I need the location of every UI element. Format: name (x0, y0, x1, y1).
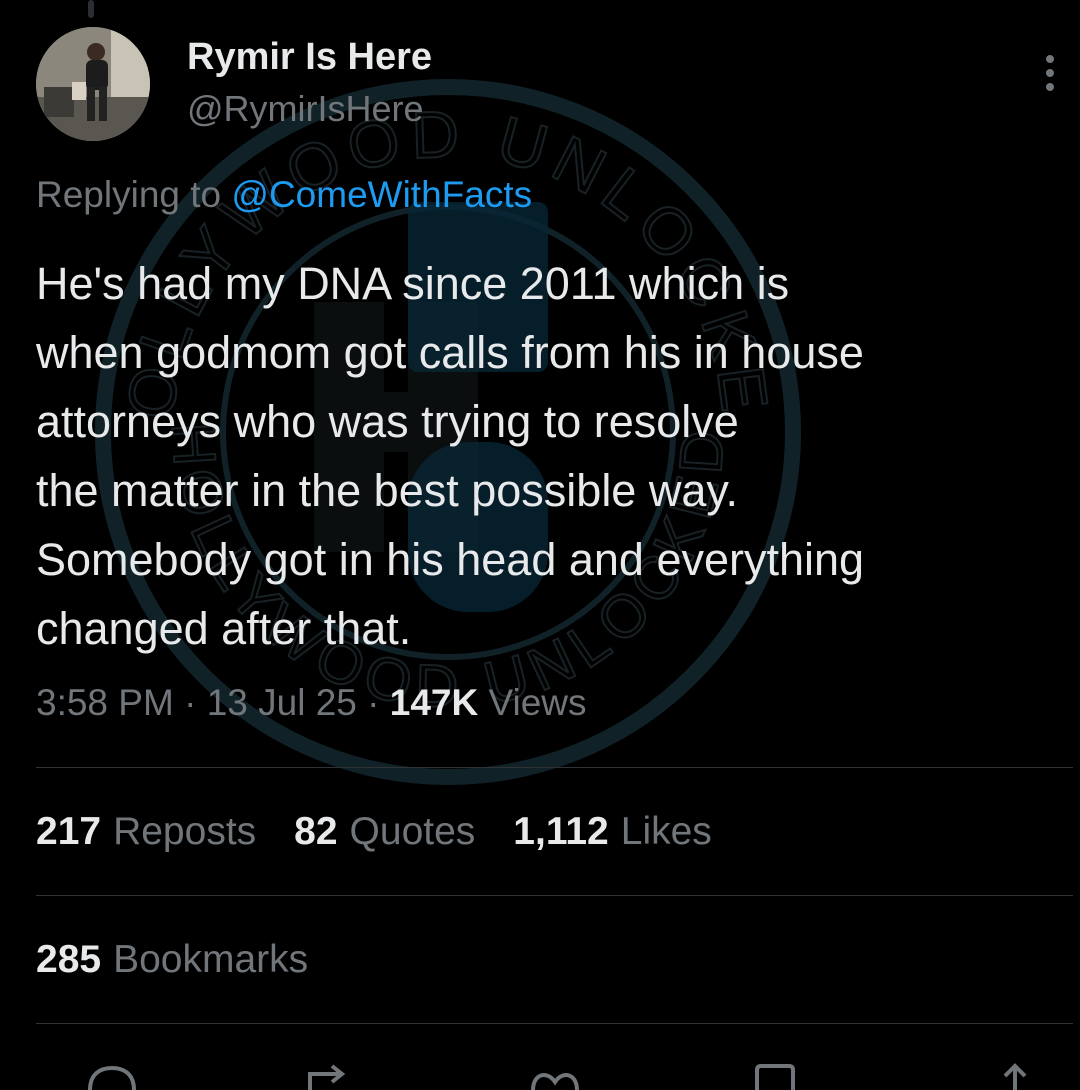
replying-mention-link[interactable]: @ComeWithFacts (231, 174, 532, 215)
bookmarks-label: Bookmarks (113, 938, 309, 981)
meta-separator: · (367, 682, 380, 723)
tweet-text-line: when godmom got calls from his in house (36, 327, 864, 378)
avatar[interactable] (36, 27, 150, 141)
share-icon[interactable] (985, 1060, 1045, 1090)
divider (36, 895, 1073, 896)
scroll-edge-marker (88, 0, 94, 18)
likes-count: 1,112 (513, 810, 609, 853)
reply-icon[interactable] (82, 1060, 142, 1090)
tweet-text-line: attorneys who was trying to resolve (36, 396, 739, 447)
engagement-stats: 217 Reposts 82 Quotes 1,112 Likes (36, 810, 712, 854)
likes-label: Likes (620, 810, 712, 853)
views-label: Views (488, 682, 587, 723)
tweet-meta: 3:58 PM · 13 Jul 25 · 147K Views (36, 682, 587, 724)
action-bar (0, 1060, 1080, 1090)
reposts-stat[interactable]: 217 Reposts (36, 810, 256, 854)
quotes-count: 82 (294, 810, 338, 853)
repost-icon[interactable] (300, 1060, 360, 1090)
reposts-count: 217 (36, 810, 102, 853)
bookmark-icon[interactable] (745, 1060, 805, 1090)
reposts-label: Reposts (113, 810, 257, 853)
meta-separator: · (184, 682, 197, 723)
heart-icon[interactable] (525, 1060, 585, 1090)
replying-to: Replying to @ComeWithFacts (36, 174, 532, 216)
more-vertical-icon[interactable] (1040, 55, 1060, 95)
avatar-photo (36, 27, 150, 141)
quotes-label: Quotes (349, 810, 476, 853)
tweet-text-line: Somebody got in his head and everything (36, 534, 865, 585)
tweet-text-line: the matter in the best possible way. (36, 465, 739, 516)
divider (36, 1023, 1073, 1024)
bookmarks-count: 285 (36, 938, 102, 981)
display-name[interactable]: Rymir Is Here (187, 36, 432, 79)
tweet-text-line: He's had my DNA since 2011 which is (36, 258, 790, 309)
tweet-time[interactable]: 3:58 PM (36, 682, 174, 723)
views-count: 147K (389, 682, 479, 723)
quotes-stat[interactable]: 82 Quotes (294, 810, 475, 854)
divider (36, 767, 1073, 768)
tweet-text: He's had my DNA since 2011 which is when… (36, 249, 1046, 663)
replying-prefix: Replying to (36, 174, 222, 215)
tweet-date[interactable]: 13 Jul 25 (207, 682, 357, 723)
likes-stat[interactable]: 1,112 Likes (513, 810, 712, 854)
user-handle[interactable]: @RymirIsHere (187, 88, 424, 130)
tweet-text-line: changed after that. (36, 603, 412, 654)
bookmarks-stat[interactable]: 285 Bookmarks (36, 938, 308, 982)
